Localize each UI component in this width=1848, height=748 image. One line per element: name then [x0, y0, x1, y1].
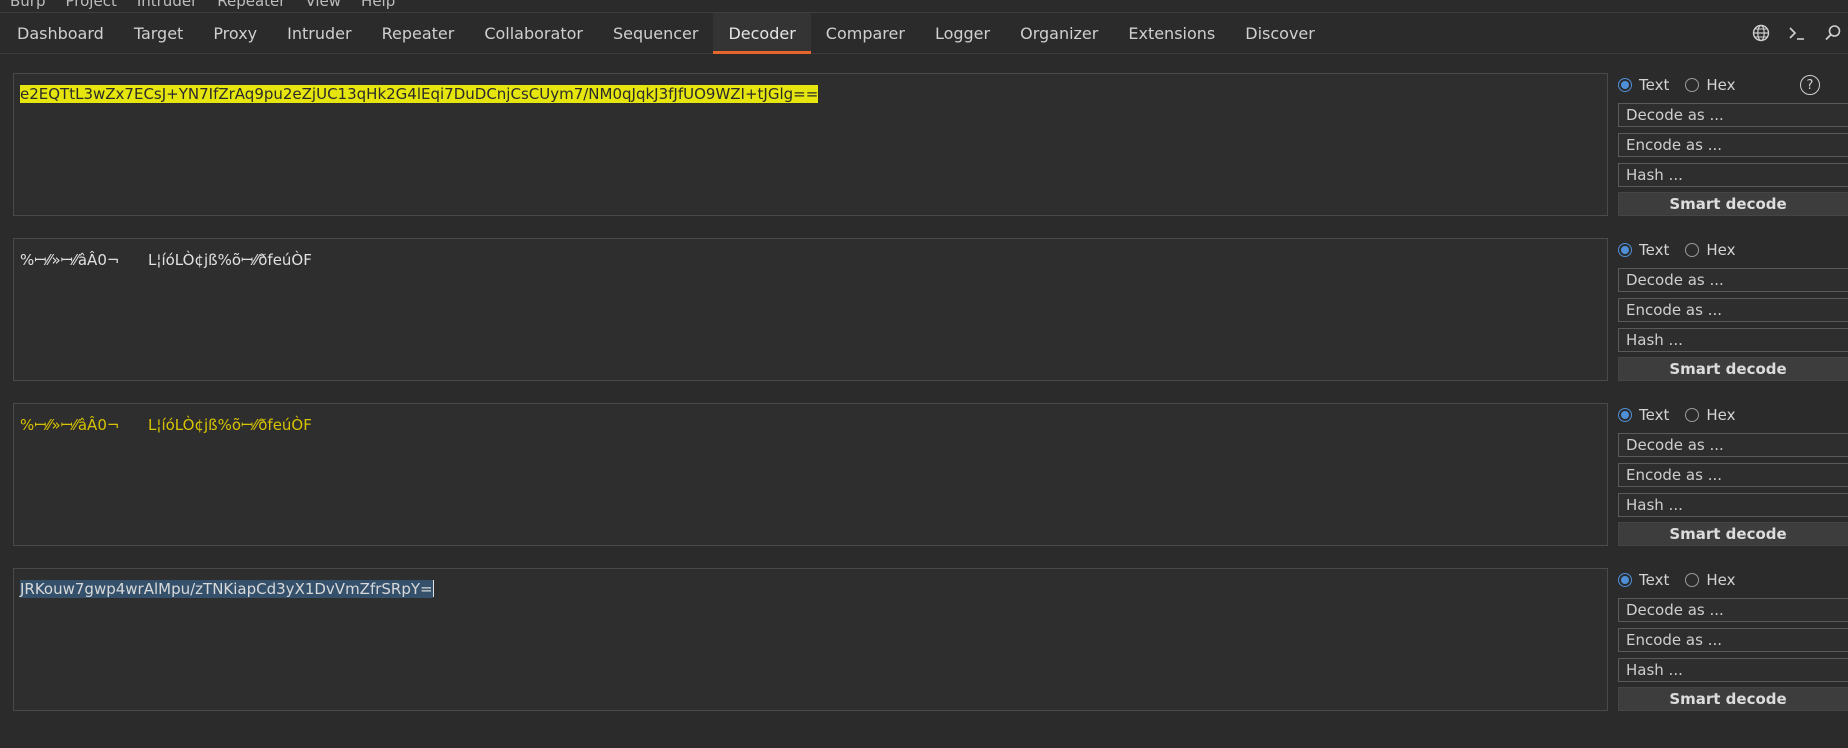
hex-radio-label: Hex	[1706, 76, 1736, 94]
hex-radio[interactable]	[1685, 243, 1700, 257]
hash-dropdown[interactable]: Hash ...	[1618, 658, 1848, 682]
hash-dropdown[interactable]: Hash ...	[1618, 328, 1848, 352]
text-radio[interactable]	[1618, 78, 1632, 92]
text-caret	[432, 580, 434, 597]
hex-radio[interactable]	[1685, 78, 1700, 92]
menu-bar: Burp Project Intruder Repeater View Help	[0, 0, 1848, 12]
smart-decode-button[interactable]: Smart decode	[1618, 687, 1848, 711]
tab-intruder[interactable]: Intruder	[272, 13, 366, 53]
tab-repeater[interactable]: Repeater	[367, 13, 470, 53]
tab-collaborator[interactable]: Collaborator	[469, 13, 598, 53]
menu-view[interactable]: View	[295, 0, 351, 10]
tab-decoder[interactable]: Decoder	[713, 13, 812, 54]
decode-as-dropdown[interactable]: Decode as ...	[1618, 268, 1848, 292]
smart-decode-button[interactable]: Smart decode	[1618, 522, 1848, 546]
text-radio-label: Text	[1639, 571, 1670, 589]
hex-radio[interactable]	[1685, 408, 1700, 422]
decoder-panel-2: %ꟷ⁄⁄»ꟷ⁄⁄âÂ0¬ L¦íóLÒ¢jß%õꟷ⁄⁄ðfeúÒF Text H…	[0, 238, 1848, 384]
hex-radio-label: Hex	[1706, 241, 1736, 259]
tab-tools	[1750, 13, 1848, 53]
decoder-editor-3[interactable]: %ꟷ⁄⁄»ꟷ⁄⁄âÂ0¬ L¦íóLÒ¢jß%õꟷ⁄⁄ðfeúÒF	[13, 403, 1608, 546]
decode-as-dropdown[interactable]: Decode as ...	[1618, 103, 1848, 127]
smart-decode-button[interactable]: Smart decode	[1618, 192, 1848, 216]
decoder-controls-2: Text Hex Decode as ... Encode as ... Has…	[1618, 238, 1848, 381]
menu-burp[interactable]: Burp	[0, 0, 56, 10]
tab-discover[interactable]: Discover	[1230, 13, 1330, 53]
hex-radio[interactable]	[1685, 573, 1700, 587]
hash-dropdown[interactable]: Hash ...	[1618, 163, 1848, 187]
decoder-panel-1: e2EQTtL3wZx7ECsJ+YN7IfZrAq9pu2eZjUC13qHk…	[0, 73, 1848, 219]
editor-text: JRKouw7gwp4wrAlMpu/zTNKiapCd3yX1DvVmZfrS…	[20, 580, 433, 598]
tab-proxy[interactable]: Proxy	[198, 13, 272, 53]
tab-dashboard[interactable]: Dashboard	[0, 13, 119, 53]
tab-sequencer[interactable]: Sequencer	[598, 13, 714, 53]
format-radio-group: Text Hex	[1618, 403, 1848, 427]
text-radio-label: Text	[1639, 76, 1670, 94]
decoder-editor-2[interactable]: %ꟷ⁄⁄»ꟷ⁄⁄âÂ0¬ L¦íóLÒ¢jß%õꟷ⁄⁄ðfeúÒF	[13, 238, 1608, 381]
tab-logger[interactable]: Logger	[920, 13, 1005, 53]
text-radio[interactable]	[1618, 243, 1632, 257]
editor-text: %ꟷ⁄⁄»ꟷ⁄⁄âÂ0¬ L¦íóLÒ¢jß%õꟷ⁄⁄ðfeúÒF	[20, 416, 312, 434]
encode-as-dropdown[interactable]: Encode as ...	[1618, 628, 1848, 652]
decoder-controls-1: Text Hex ? Decode as ... Encode as ... H…	[1618, 73, 1848, 216]
decode-as-dropdown[interactable]: Decode as ...	[1618, 598, 1848, 622]
terminal-icon[interactable]	[1786, 22, 1808, 44]
hex-radio-label: Hex	[1706, 406, 1736, 424]
encode-as-dropdown[interactable]: Encode as ...	[1618, 133, 1848, 157]
hex-radio-label: Hex	[1706, 571, 1736, 589]
tab-extensions[interactable]: Extensions	[1113, 13, 1230, 53]
decoder-editor-1[interactable]: e2EQTtL3wZx7ECsJ+YN7IfZrAq9pu2eZjUC13qHk…	[13, 73, 1608, 216]
tab-comparer[interactable]: Comparer	[811, 13, 920, 53]
decoder-editor-4[interactable]: JRKouw7gwp4wrAlMpu/zTNKiapCd3yX1DvVmZfrS…	[13, 568, 1608, 711]
tab-organizer[interactable]: Organizer	[1005, 13, 1113, 53]
format-radio-group: Text Hex	[1618, 568, 1848, 592]
tab-target[interactable]: Target	[119, 13, 199, 53]
search-icon[interactable]	[1822, 22, 1844, 44]
menu-help[interactable]: Help	[351, 0, 405, 10]
decoder-panel-4: JRKouw7gwp4wrAlMpu/zTNKiapCd3yX1DvVmZfrS…	[0, 568, 1848, 714]
smart-decode-button[interactable]: Smart decode	[1618, 357, 1848, 381]
decoder-panel-3: %ꟷ⁄⁄»ꟷ⁄⁄âÂ0¬ L¦íóLÒ¢jß%õꟷ⁄⁄ðfeúÒF Text H…	[0, 403, 1848, 549]
decode-as-dropdown[interactable]: Decode as ...	[1618, 433, 1848, 457]
menu-repeater[interactable]: Repeater	[207, 0, 295, 10]
text-radio[interactable]	[1618, 573, 1632, 587]
menu-intruder[interactable]: Intruder	[127, 0, 207, 10]
hash-dropdown[interactable]: Hash ...	[1618, 493, 1848, 517]
text-radio-label: Text	[1639, 406, 1670, 424]
decoder-controls-3: Text Hex Decode as ... Encode as ... Has…	[1618, 403, 1848, 546]
text-radio[interactable]	[1618, 408, 1632, 422]
format-radio-group: Text Hex	[1618, 238, 1848, 262]
text-radio-label: Text	[1639, 241, 1670, 259]
help-icon[interactable]: ?	[1800, 75, 1820, 95]
decoder-controls-4: Text Hex Decode as ... Encode as ... Has…	[1618, 568, 1848, 711]
globe-icon[interactable]	[1750, 22, 1772, 44]
editor-text: %ꟷ⁄⁄»ꟷ⁄⁄âÂ0¬ L¦íóLÒ¢jß%õꟷ⁄⁄ðfeúÒF	[20, 251, 312, 269]
menu-project[interactable]: Project	[56, 0, 127, 10]
tab-bar: Dashboard Target Proxy Intruder Repeater…	[0, 13, 1848, 54]
encode-as-dropdown[interactable]: Encode as ...	[1618, 463, 1848, 487]
encode-as-dropdown[interactable]: Encode as ...	[1618, 298, 1848, 322]
editor-text: e2EQTtL3wZx7ECsJ+YN7IfZrAq9pu2eZjUC13qHk…	[20, 85, 819, 103]
